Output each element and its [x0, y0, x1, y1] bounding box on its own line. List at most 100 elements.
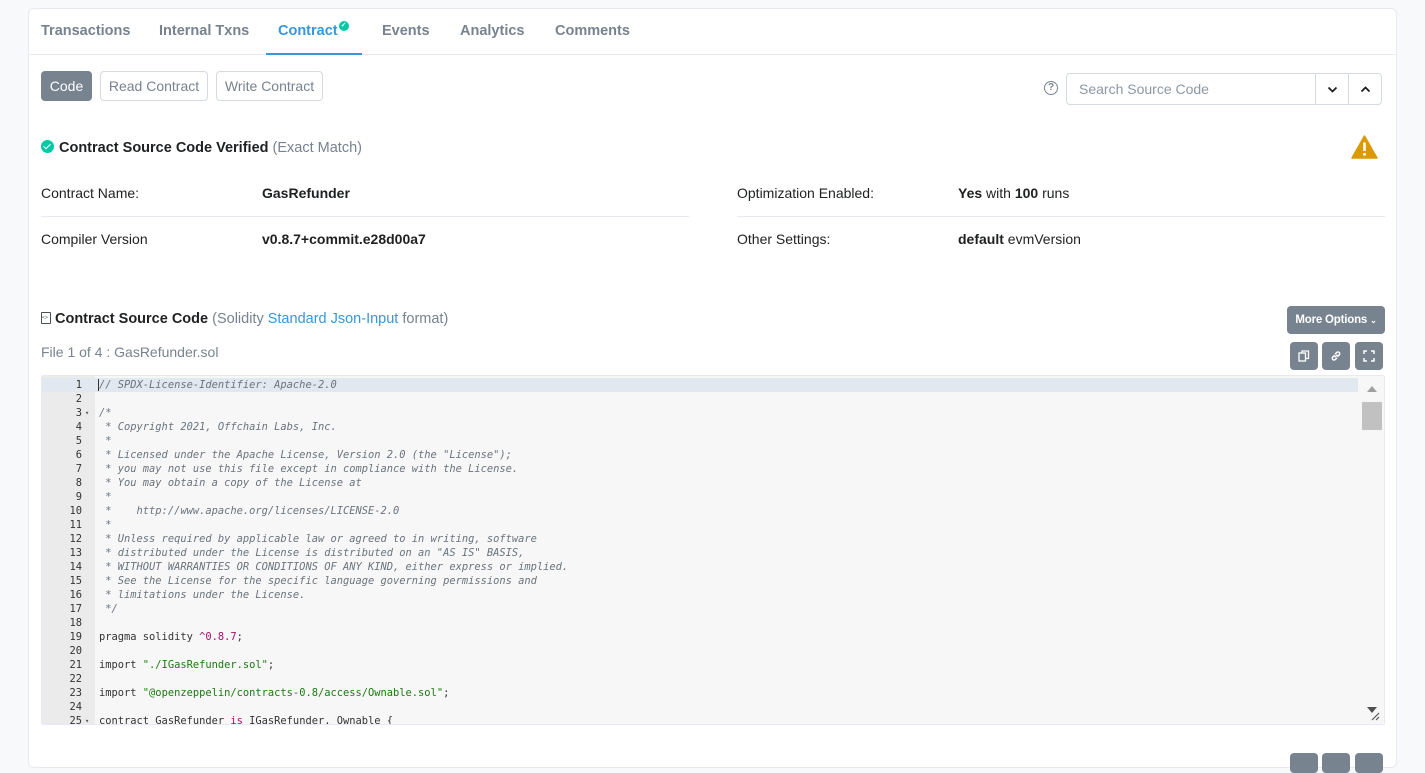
- contract-name-label: Contract Name:: [41, 185, 140, 201]
- code-text: /*: [99, 407, 112, 419]
- more-options-button[interactable]: More Options ⌄: [1287, 306, 1385, 334]
- line-number: 13: [69, 547, 82, 559]
- code-line: 7 * you may not use this file except in …: [42, 462, 1359, 476]
- optimization-runs-word: runs: [1042, 185, 1070, 201]
- line-number: 1: [75, 379, 82, 391]
- fold-arrow-icon[interactable]: ▾: [85, 714, 93, 724]
- divider: [737, 216, 1385, 217]
- search-source-input[interactable]: [1066, 73, 1316, 105]
- code-token: is: [230, 715, 243, 725]
- expand-icon: [1363, 350, 1375, 362]
- tab-contract[interactable]: Contract ✓: [266, 9, 362, 55]
- link-icon: [1331, 351, 1341, 361]
- optimization-value: Yes with 100 runs: [958, 185, 1069, 201]
- code-line: 3 ▾ /*: [42, 406, 1359, 420]
- line-number: 7: [75, 463, 82, 475]
- code-line: 13 * distributed under the License is di…: [42, 546, 1359, 560]
- line-number: 11: [69, 519, 82, 531]
- copy-button[interactable]: [1290, 342, 1318, 370]
- line-number: 12: [69, 533, 82, 545]
- scroll-thumb[interactable]: [1362, 402, 1382, 430]
- editor-scrollbar[interactable]: [1358, 376, 1384, 724]
- line-number: 15: [69, 575, 82, 587]
- code-button[interactable]: Code: [41, 71, 92, 101]
- code-token: "@openzeppelin/contracts-0.8/access/Owna…: [142, 687, 444, 699]
- settings-evm: evmVersion: [1007, 231, 1081, 247]
- code-editor[interactable]: 1 // SPDX-License-Identifier: Apache-2.0 2…: [41, 375, 1385, 725]
- code-text: contract GasRefunder is IGasRefunder, Ow…: [99, 714, 393, 725]
- code-lines: 1 // SPDX-License-Identifier: Apache-2.0 2…: [42, 378, 1359, 725]
- tab-transactions[interactable]: Transactions: [41, 9, 130, 55]
- tab-analytics[interactable]: Analytics: [460, 9, 524, 55]
- code-line: 2: [42, 392, 1359, 406]
- line-number: 16: [69, 589, 82, 601]
- fold-arrow-icon[interactable]: ▾: [85, 406, 93, 420]
- bottom-button[interactable]: [1322, 753, 1350, 773]
- scroll-up-arrow[interactable]: [1367, 386, 1377, 392]
- line-number: 9: [75, 491, 82, 503]
- code-token: ;: [236, 631, 243, 643]
- line-number: 21: [69, 659, 82, 671]
- line-number: 5: [75, 435, 82, 447]
- code-line: 23 import "@openzeppelin/contracts-0.8/ac…: [42, 686, 1359, 700]
- verified-status: Contract Source Code Verified (Exact Mat…: [41, 140, 362, 156]
- verified-check-icon: ✓: [338, 21, 349, 31]
- line-number: 24: [69, 701, 82, 713]
- optimization-yes: Yes: [958, 185, 983, 201]
- code-text: *: [99, 491, 112, 503]
- code-token: ;: [443, 687, 450, 699]
- warning-icon[interactable]: [1351, 135, 1378, 159]
- fullscreen-button[interactable]: [1355, 342, 1383, 370]
- search-prev-button[interactable]: [1348, 73, 1382, 105]
- text-cursor: [98, 379, 99, 391]
- code-text: * Unless required by applicable law or a…: [99, 533, 537, 545]
- code-token: import: [99, 687, 143, 699]
- settings-default: default: [958, 231, 1004, 247]
- code-text: * WITHOUT WARRANTIES OR CONDITIONS OF AN…: [99, 561, 569, 573]
- caret-down-icon: ⌄: [1370, 316, 1377, 325]
- code-line: 8 * You may obtain a copy of the License…: [42, 476, 1359, 490]
- search-next-button[interactable]: [1315, 73, 1349, 105]
- read-contract-button[interactable]: Read Contract: [100, 71, 208, 101]
- code-text: *: [99, 519, 112, 531]
- code-text: // SPDX-License-Identifier: Apache-2.0: [99, 379, 337, 391]
- more-options-label: More Options: [1295, 314, 1368, 326]
- resize-handle-icon[interactable]: [1370, 711, 1380, 721]
- link-button[interactable]: [1322, 342, 1350, 370]
- code-line: 1 // SPDX-License-Identifier: Apache-2.0: [42, 378, 1359, 392]
- code-token: import: [99, 659, 143, 671]
- tab-internal-txns[interactable]: Internal Txns: [159, 9, 249, 55]
- bottom-button[interactable]: [1355, 753, 1383, 773]
- code-line: 20: [42, 644, 1359, 658]
- source-format-suffix: format): [402, 311, 449, 327]
- file-code-icon: [41, 312, 51, 324]
- tab-comments[interactable]: Comments: [555, 9, 630, 55]
- code-text: * distributed under the License is distr…: [99, 547, 525, 559]
- code-text: * See the License for the specific langu…: [99, 575, 537, 587]
- line-number: 17: [69, 603, 82, 615]
- line-number: 23: [69, 687, 82, 699]
- optimization-with: with: [986, 185, 1011, 201]
- help-icon[interactable]: ?: [1044, 81, 1058, 95]
- line-number: 18: [69, 617, 82, 629]
- code-line: 10 * http://www.apache.org/licenses/LICE…: [42, 504, 1359, 518]
- code-line: 19 pragma solidity ^0.8.7;: [42, 630, 1359, 644]
- bottom-button[interactable]: [1290, 753, 1318, 773]
- code-token: ;: [267, 659, 275, 671]
- code-line: 18: [42, 616, 1359, 630]
- chevron-down-icon: [1327, 86, 1338, 93]
- verified-note: (Exact Match): [272, 140, 362, 156]
- tab-contract-label: Contract: [278, 23, 338, 39]
- code-text: pragma solidity ^0.8.7;: [99, 630, 243, 644]
- standard-json-input-link[interactable]: Standard Json-Input: [268, 311, 399, 327]
- code-text: * http://www.apache.org/licenses/LICENSE…: [99, 505, 400, 517]
- code-text: * Licensed under the Apache License, Ver…: [99, 449, 512, 461]
- code-token: "./IGasRefunder.sol": [142, 659, 268, 671]
- tab-events[interactable]: Events: [382, 9, 430, 55]
- code-text: *: [99, 435, 112, 447]
- code-token: ^0.8.7: [199, 631, 237, 643]
- source-format-prefix: (Solidity: [212, 311, 264, 327]
- source-code-title: Contract Source Code (Solidity Standard …: [41, 311, 448, 327]
- code-line: 11 *: [42, 518, 1359, 532]
- write-contract-button[interactable]: Write Contract: [216, 71, 323, 101]
